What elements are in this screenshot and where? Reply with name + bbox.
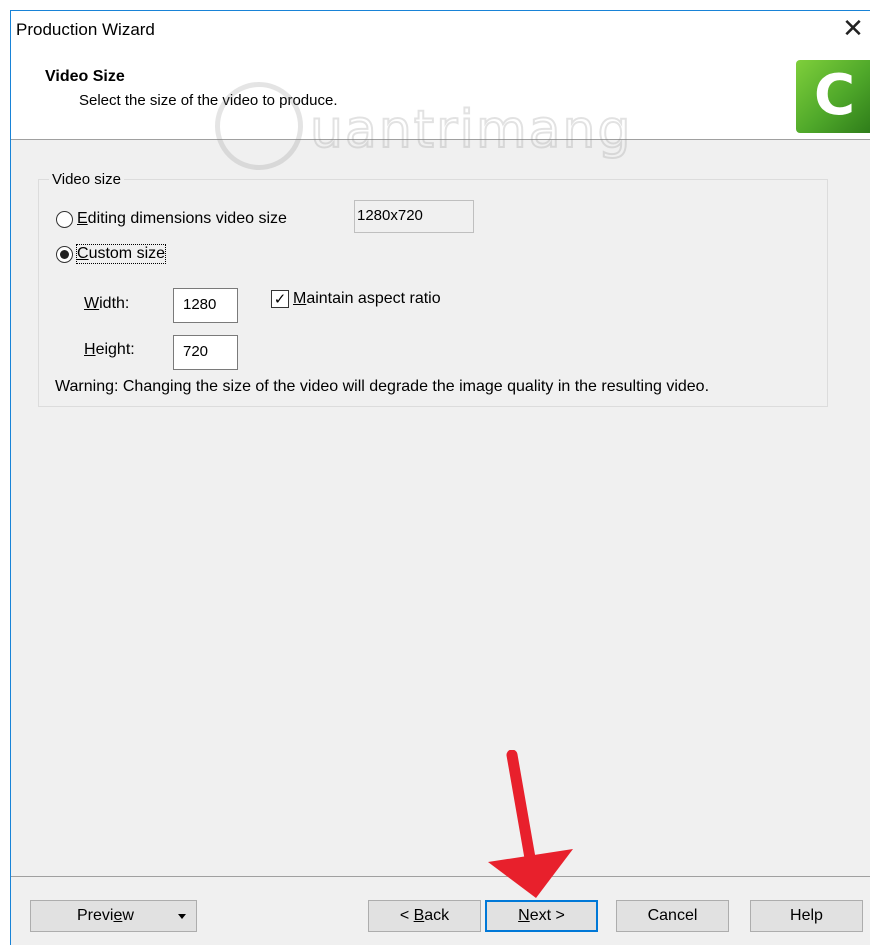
footer-divider: [11, 876, 870, 877]
height-input[interactable]: 720: [173, 335, 238, 370]
radio-editing-dimensions[interactable]: Editing dimensions video size: [56, 210, 287, 228]
maintain-aspect-ratio-checkbox[interactable]: ✓ Maintain aspect ratio: [271, 290, 441, 308]
checkbox-check-icon[interactable]: ✓: [271, 290, 289, 308]
height-label: Height:: [84, 341, 135, 358]
maintain-aspect-ratio-label[interactable]: Maintain aspect ratio: [293, 290, 441, 308]
back-button[interactable]: < Back: [368, 900, 481, 932]
camtasia-logo-icon: C: [796, 60, 870, 133]
preview-button[interactable]: Preview: [30, 900, 197, 932]
editing-dimensions-value: 1280x720: [354, 200, 474, 233]
logo-letter: C: [814, 63, 856, 128]
dropdown-arrow-icon[interactable]: [178, 914, 186, 919]
help-button[interactable]: Help: [750, 900, 863, 932]
video-size-group: Video size Editing dimensions video size…: [38, 171, 828, 407]
wizard-header: Video Size Select the size of the video …: [11, 49, 870, 140]
video-size-legend: Video size: [49, 171, 124, 188]
radio-editing-dimensions-label[interactable]: Editing dimensions video size: [77, 210, 287, 228]
radio-custom-size-label[interactable]: Custom size: [75, 244, 167, 264]
cancel-button[interactable]: Cancel: [616, 900, 729, 932]
close-icon[interactable]: ✕: [838, 15, 868, 45]
radio-editing-dimensions-circle[interactable]: [56, 210, 73, 228]
radio-custom-size-circle[interactable]: [56, 245, 73, 263]
width-input[interactable]: 1280: [173, 288, 238, 323]
title-bar[interactable]: Production Wizard ✕: [11, 11, 870, 49]
warning-text: Warning: Changing the size of the video …: [55, 378, 710, 395]
window-title: Production Wizard: [16, 20, 155, 39]
radio-custom-size[interactable]: Custom size: [56, 244, 167, 264]
width-label: Width:: [84, 295, 130, 312]
page-title: Video Size: [45, 68, 125, 85]
next-button[interactable]: Next >: [485, 900, 598, 932]
page-subtitle: Select the size of the video to produce.: [79, 92, 338, 109]
production-wizard-window: Production Wizard ✕ Video Size Select th…: [10, 10, 870, 945]
